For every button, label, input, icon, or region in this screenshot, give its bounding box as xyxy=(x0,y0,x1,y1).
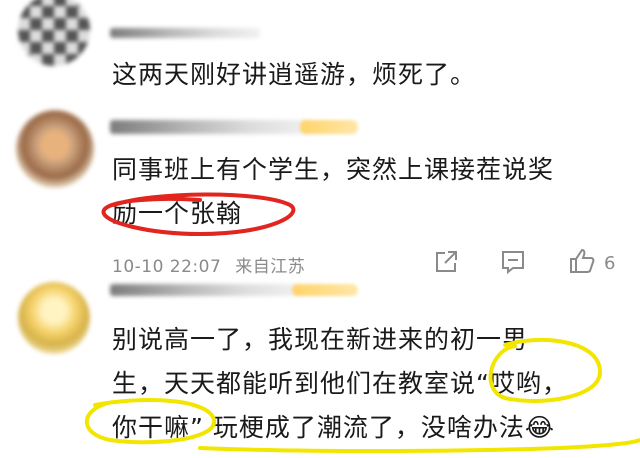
username-blurred[interactable] xyxy=(110,28,260,38)
like-count: 6 xyxy=(604,253,616,274)
comment-text-line: 励一个张翰 xyxy=(112,199,243,228)
comment-time: 10-10 22:07 xyxy=(112,257,222,277)
comment-source: 来自江苏 xyxy=(235,257,306,277)
user-badge xyxy=(300,120,358,134)
comment-text-line: 别说高一了，我现在新进来的初一男 xyxy=(112,325,529,354)
share-icon[interactable] xyxy=(432,248,460,276)
comment-text-line: 同事班上有个学生，突然上课接茬说奖 xyxy=(112,155,555,184)
username-blurred[interactable] xyxy=(110,284,300,296)
comment-text-line: 这两天刚好讲逍遥游，烦死了。 xyxy=(112,60,477,89)
comment-meta: 10-10 22:07 来自江苏 xyxy=(112,252,305,277)
comment-text-line: 你干嘛” 玩梗成了潮流了，没啥办法😂 xyxy=(112,413,556,442)
like-icon[interactable] xyxy=(567,246,597,276)
username-blurred[interactable] xyxy=(110,120,310,134)
comment-text: 同事班上有个学生，突然上课接茬说奖 励一个张翰 xyxy=(112,148,554,236)
avatar[interactable] xyxy=(18,282,90,354)
comment-text-line: 生，天天都能听到他们在教室说“哎哟， xyxy=(112,369,568,398)
comment-icon[interactable] xyxy=(499,248,527,276)
comment-1: 这两天刚好讲逍遥游，烦死了。 xyxy=(0,0,640,100)
user-badge xyxy=(292,284,358,296)
avatar[interactable] xyxy=(16,110,94,188)
comment-3: 别说高一了，我现在新进来的初一男 生，天天都能听到他们在教室说“哎哟， 你干嘛”… xyxy=(0,282,640,458)
avatar[interactable] xyxy=(18,0,90,66)
comment-2: 同事班上有个学生，突然上课接茬说奖 励一个张翰 10-10 22:07 来自江苏… xyxy=(0,100,640,290)
comment-text: 这两天刚好讲逍遥游，烦死了。 xyxy=(112,53,476,97)
comment-text: 别说高一了，我现在新进来的初一男 生，天天都能听到他们在教室说“哎哟， 你干嘛”… xyxy=(112,318,568,450)
